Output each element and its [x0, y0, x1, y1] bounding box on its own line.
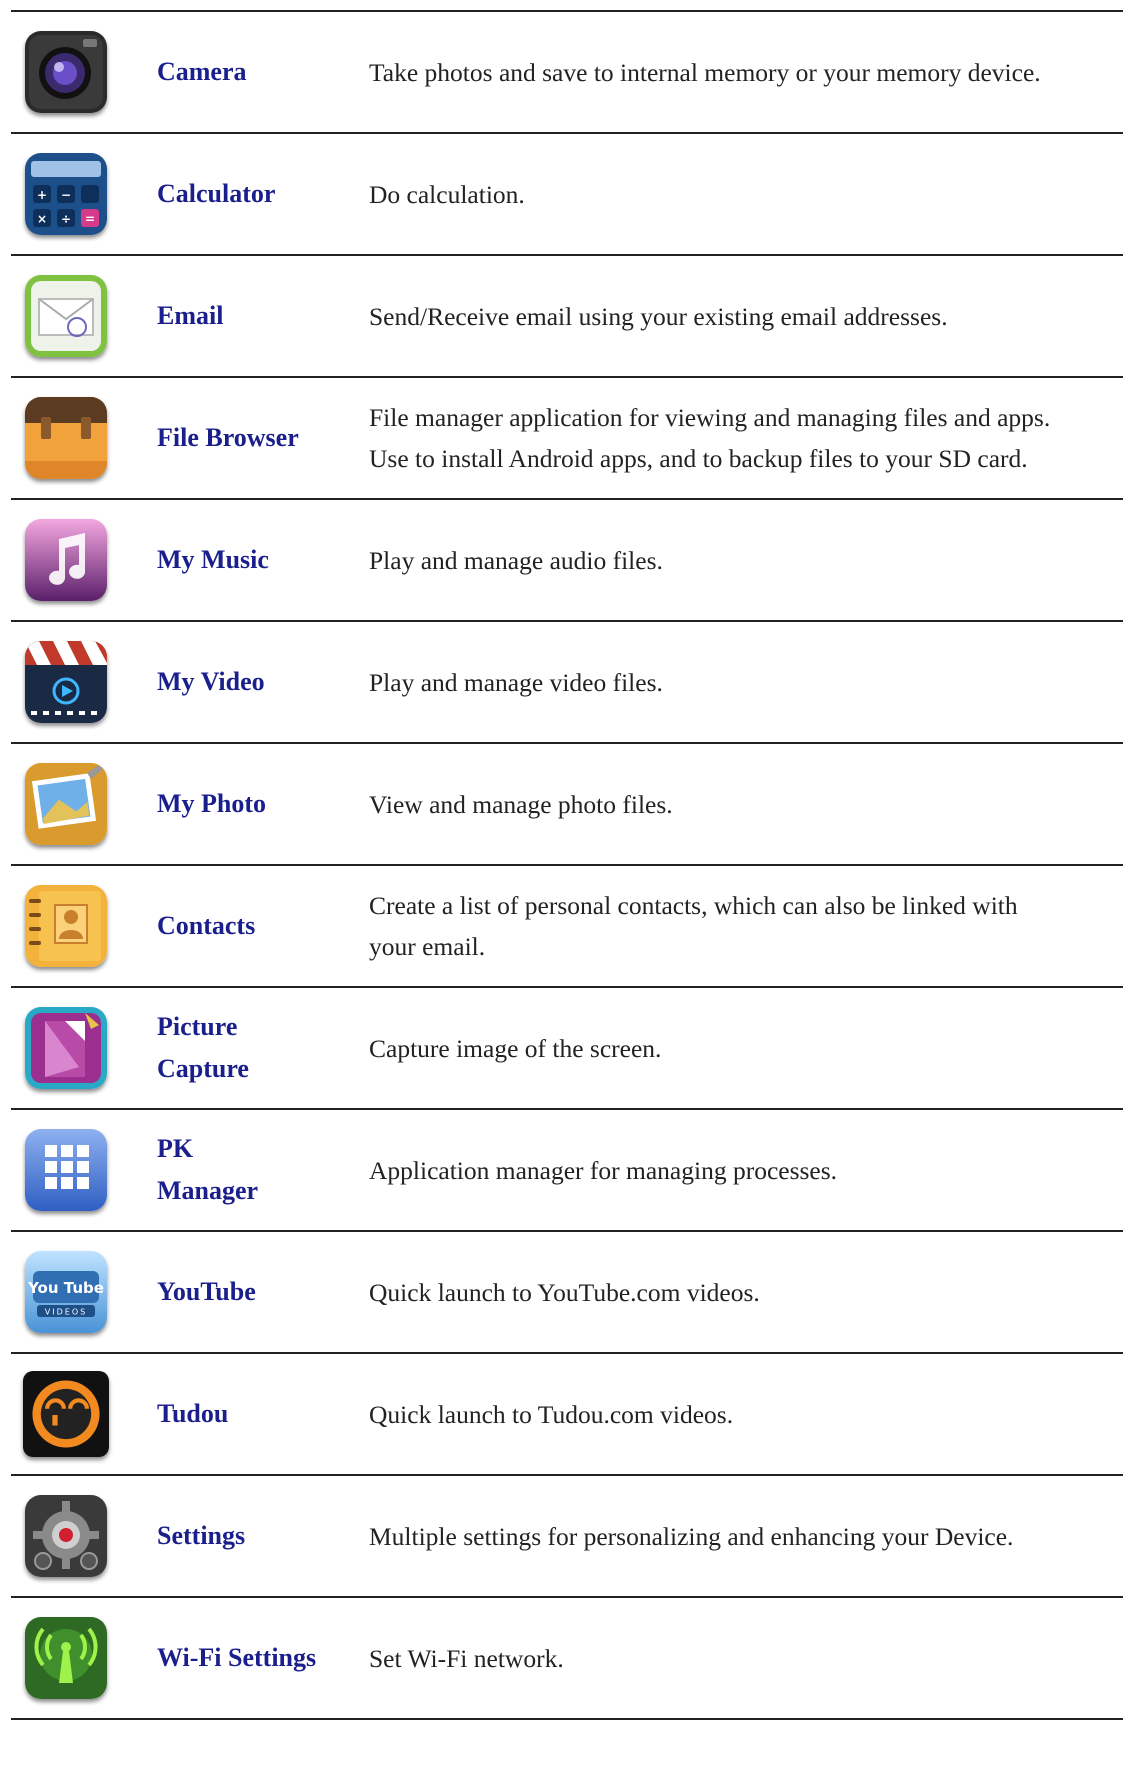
app-name: Wi-Fi Settings: [157, 1643, 317, 1672]
app-row-contacts: Contacts Create a list of personal conta…: [11, 866, 1123, 988]
app-row-email: Email Send/Receive email using your exis…: [11, 256, 1123, 378]
app-description: Create a list of personal contacts, whic…: [369, 885, 1123, 967]
app-description: Take photos and save to internal memory …: [369, 52, 1123, 93]
app-description: Set Wi-Fi network.: [369, 1638, 1123, 1679]
camera-icon: [25, 31, 107, 113]
app-description: Application manager for managing process…: [369, 1150, 1123, 1191]
app-description-line: Do calculation.: [369, 179, 525, 209]
video-icon: [25, 641, 107, 723]
app-description-line: Send/Receive email using your existing e…: [369, 301, 948, 331]
icon-cell: [11, 12, 157, 132]
pk-manager-icon: [25, 1129, 107, 1211]
contacts-icon: [25, 885, 107, 967]
app-name: YouTube: [157, 1277, 256, 1306]
app-description-line: Play and manage video files.: [369, 667, 663, 697]
app-description-line: Play and manage audio files.: [369, 545, 663, 575]
app-name: My Photo: [157, 789, 267, 818]
app-description: Quick launch to Tudou.com videos.: [369, 1394, 1123, 1435]
app-name: My Video: [157, 667, 265, 696]
app-description: View and manage photo files.: [369, 784, 1123, 825]
svg-text:÷: ÷: [61, 212, 71, 226]
app-description: File manager application for viewing and…: [369, 397, 1123, 479]
youtube-icon-sublabel: VIDEOS: [45, 1308, 87, 1317]
tudou-icon: [23, 1371, 109, 1457]
app-description-line: Set Wi-Fi network.: [369, 1643, 564, 1673]
app-description-line: your email.: [369, 932, 486, 961]
app-description: Multiple settings for personalizing and …: [369, 1516, 1123, 1557]
app-description-line: File manager application for viewing and…: [369, 403, 1051, 432]
app-name: My Music: [157, 545, 269, 574]
icon-cell: [11, 622, 157, 742]
app-description: Play and manage video files.: [369, 662, 1123, 703]
wifi-icon: [25, 1617, 107, 1699]
app-name-line: Manager: [157, 1176, 259, 1205]
app-description-line: Use to install Android apps, and to back…: [369, 444, 1028, 473]
app-name: File Browser: [157, 423, 299, 452]
app-row-settings: Settings Multiple settings for personali…: [11, 1476, 1123, 1598]
app-row-calculator: + − × ÷ = Calculator Do calculation.: [11, 134, 1123, 256]
app-description-line: Capture image of the screen.: [369, 1033, 662, 1063]
app-name: Camera: [157, 57, 247, 86]
app-name: Email: [157, 301, 224, 330]
icon-cell: [11, 500, 157, 620]
app-list-table: Camera Take photos and save to internal …: [11, 10, 1123, 1720]
icon-cell: [11, 256, 157, 376]
app-description: Send/Receive email using your existing e…: [369, 296, 1123, 337]
app-name: Settings: [157, 1521, 246, 1550]
email-icon: [25, 275, 107, 357]
app-name-line: Picture: [157, 1012, 238, 1041]
icon-cell: You Tube VIDEOS: [11, 1232, 157, 1352]
icon-cell: + − × ÷ =: [11, 134, 157, 254]
music-icon: [25, 519, 107, 601]
icon-cell: [11, 1354, 157, 1474]
app-row-file-browser: File Browser File manager application fo…: [11, 378, 1123, 500]
icon-cell: [11, 1598, 157, 1718]
icon-cell: [11, 1110, 157, 1230]
svg-text:−: −: [61, 188, 71, 202]
calculator-icon: + − × ÷ =: [25, 153, 107, 235]
icon-cell: [11, 866, 157, 986]
file-browser-icon: [25, 397, 107, 479]
photo-icon: [25, 763, 107, 845]
svg-text:=: =: [85, 212, 95, 226]
icon-cell: [11, 744, 157, 864]
youtube-icon: You Tube VIDEOS: [25, 1251, 107, 1333]
app-name: Contacts: [157, 911, 256, 940]
app-row-tudou: Tudou Quick launch to Tudou.com videos.: [11, 1354, 1123, 1476]
icon-cell: [11, 988, 157, 1108]
app-description: Play and manage audio files.: [369, 540, 1123, 581]
app-description-line: Take photos and save to internal memory …: [369, 57, 1041, 87]
settings-icon: [25, 1495, 107, 1577]
icon-cell: [11, 1476, 157, 1596]
app-name: Picture Capture: [157, 1006, 369, 1090]
app-description: Quick launch to YouTube.com videos.: [369, 1272, 1123, 1313]
app-description-line: Quick launch to YouTube.com videos.: [369, 1277, 760, 1307]
app-row-pk-manager: PK Manager Application manager for managi…: [11, 1110, 1123, 1232]
app-row-youtube: You Tube VIDEOS YouTube Quick launch to Y…: [11, 1232, 1123, 1354]
app-row-photo: My Photo View and manage photo files.: [11, 744, 1123, 866]
picture-capture-icon: [25, 1007, 107, 1089]
youtube-icon-label: You Tube: [27, 1279, 104, 1297]
app-name: Tudou: [157, 1399, 229, 1428]
app-description-line: Application manager for managing process…: [369, 1155, 838, 1185]
app-description-line: Multiple settings for personalizing and …: [369, 1521, 1014, 1551]
svg-text:+: +: [37, 188, 47, 202]
app-row-music: My Music Play and manage audio files.: [11, 500, 1123, 622]
app-description-line: Create a list of personal contacts, whic…: [369, 891, 1018, 920]
app-description: Capture image of the screen.: [369, 1028, 1123, 1069]
app-description-line: View and manage photo files.: [369, 789, 673, 819]
app-description: Do calculation.: [369, 174, 1123, 215]
app-row-picture-capture: Picture Capture Capture image of the scre…: [11, 988, 1123, 1110]
app-name-line: Capture: [157, 1054, 249, 1083]
svg-text:×: ×: [37, 212, 47, 226]
app-name: Calculator: [157, 179, 276, 208]
app-row-video: My Video Play and manage video files.: [11, 622, 1123, 744]
app-name: PK Manager: [157, 1128, 369, 1212]
app-row-wifi: Wi-Fi Settings Set Wi-Fi network.: [11, 1598, 1123, 1720]
app-name-line: PK: [157, 1134, 194, 1163]
icon-cell: [11, 378, 157, 498]
app-row-camera: Camera Take photos and save to internal …: [11, 12, 1123, 134]
app-description-line: Quick launch to Tudou.com videos.: [369, 1399, 734, 1429]
